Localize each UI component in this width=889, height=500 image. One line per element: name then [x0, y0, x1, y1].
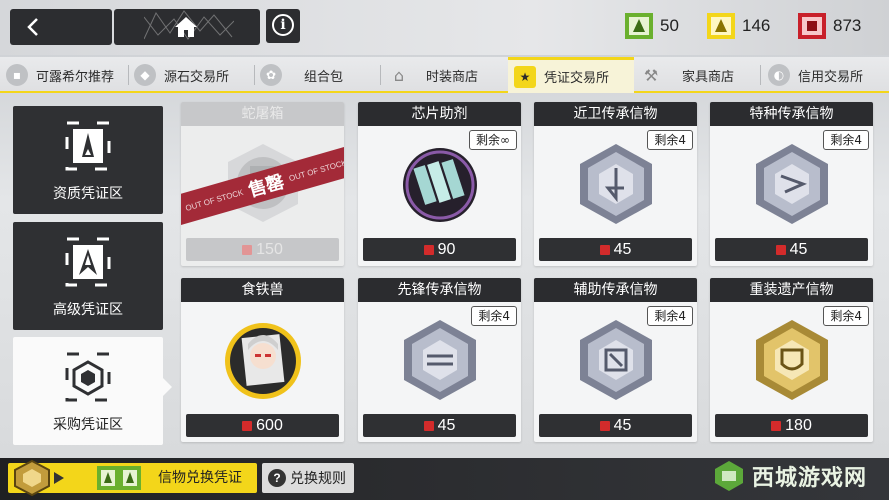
tab-recommend[interactable]: ▪ 可露希尔推荐 [6, 57, 124, 93]
tab-label: 家具商店 [682, 69, 735, 85]
currency-green: 50 [624, 12, 679, 40]
card-title: 蛇屠箱 [181, 102, 344, 126]
side-item-advanced[interactable]: 高级凭证区 [13, 222, 163, 330]
qualification-voucher-icon [65, 121, 111, 171]
red-voucher-icon [775, 245, 786, 255]
side-item-label: 资质凭证区 [53, 186, 123, 202]
tab-label: 可露希尔推荐 [36, 69, 115, 85]
card-title: 近卫传承信物 [534, 102, 697, 126]
procurement-voucher-icon [65, 352, 111, 402]
specialist-token-icon [756, 144, 828, 224]
card-title: 特种传承信物 [710, 102, 873, 126]
card-title: 辅助传承信物 [534, 278, 697, 302]
card-title: 食铁兽 [181, 278, 344, 302]
tab-label: 凭证交易所 [544, 71, 610, 86]
card-title: 芯片助剂 [358, 102, 521, 126]
red-voucher-icon [242, 421, 253, 431]
side-item-label: 采购凭证区 [53, 417, 123, 433]
price-tag: 180 [715, 414, 868, 437]
tab-credit[interactable]: ◐ 信用交易所 [768, 57, 886, 93]
info-button[interactable]: i [266, 9, 300, 43]
rules-label: 兑换规则 [290, 471, 346, 487]
vanguard-token-icon [404, 320, 476, 400]
home-button[interactable] [114, 9, 260, 45]
red-voucher-icon [599, 245, 610, 255]
green-voucher-icon [97, 466, 141, 490]
tab-label: 源石交易所 [164, 69, 230, 85]
red-voucher-icon [242, 245, 253, 255]
credit-icon: ◐ [768, 64, 790, 86]
red-voucher-icon [423, 421, 434, 431]
price-tag: 45 [715, 238, 868, 261]
tab-fashion[interactable]: ⌂ 时装商店 [388, 57, 504, 93]
red-voucher-count: 873 [833, 16, 862, 35]
tab-label: 时装商店 [426, 69, 479, 85]
guard-token-icon [580, 144, 652, 224]
yellow-voucher-icon [707, 13, 735, 39]
bundle-icon: ✿ [260, 64, 282, 86]
arrow-right-icon [54, 472, 64, 484]
back-button[interactable] [10, 9, 112, 45]
shop-card-panda[interactable]: 食铁兽 600 [181, 278, 344, 442]
watermark-text: 西城游戏网 [752, 466, 868, 491]
price-tag: 45 [539, 414, 692, 437]
currency-red: 873 [797, 12, 861, 40]
card-title: 先锋传承信物 [358, 278, 521, 302]
side-item-qualification[interactable]: 资质凭证区 [13, 106, 163, 214]
defender-legacy-icon [756, 320, 828, 400]
help-icon: ? [268, 469, 286, 487]
side-item-label: 高级凭证区 [53, 302, 123, 318]
chip-catalyst-icon [403, 148, 477, 222]
red-voucher-icon [599, 421, 610, 431]
top-bar: i 50 146 873 [0, 0, 889, 55]
tab-voucher[interactable]: ★ 凭证交易所 [508, 57, 634, 93]
price-tag: 45 [363, 414, 516, 437]
shop-card-vanguard-token[interactable]: 先锋传承信物 剩余4 45 [358, 278, 521, 442]
green-voucher-icon [625, 13, 653, 39]
shop-card-supporter-token[interactable]: 辅助传承信物 剩余4 45 [534, 278, 697, 442]
token-exchange-label: 信物兑换凭证 [158, 470, 242, 486]
price-tag: 150 [186, 238, 339, 261]
exchange-rules-button[interactable]: ? 兑换规则 [262, 463, 354, 493]
tab-bundle[interactable]: ✿ 组合包 [260, 57, 378, 93]
hanger-icon: ⌂ [393, 65, 405, 85]
shop-card-guard-token[interactable]: 近卫传承信物 剩余4 45 [534, 102, 697, 266]
price-tag: 600 [186, 414, 339, 437]
operator-portrait-icon [225, 323, 301, 399]
shop-card-specialist-token[interactable]: 特种传承信物 剩余4 45 [710, 102, 873, 266]
green-voucher-count: 50 [660, 16, 679, 35]
price-tag: 45 [539, 238, 692, 261]
originite-icon: ◆ [134, 64, 156, 86]
back-arrow-icon [27, 18, 38, 36]
price-tag: 90 [363, 238, 516, 261]
bag-icon: ▪ [6, 64, 28, 86]
tab-originite[interactable]: ◆ 源石交易所 [134, 57, 254, 93]
advanced-voucher-icon [65, 237, 111, 287]
red-voucher-icon [798, 13, 826, 39]
info-icon: i [272, 14, 294, 36]
watermark: 西城游戏网 [712, 456, 867, 496]
home-icon [175, 17, 197, 37]
voucher-icon: ★ [514, 65, 536, 88]
shop-card-beehunter[interactable]: 蛇屠箱 OUT OF STOCK 售罄 OUT OF STOCK 150 [181, 102, 344, 266]
red-voucher-icon [423, 245, 434, 255]
supporter-token-icon [580, 320, 652, 400]
red-voucher-icon [771, 421, 782, 431]
tab-furniture[interactable]: ⚒ 家具商店 [640, 57, 756, 93]
token-exchange-button[interactable]: 信物兑换凭证 [8, 459, 257, 497]
tab-label: 组合包 [304, 69, 344, 85]
shop-card-chip-catalyst[interactable]: 芯片助剂 剩余∞ 90 [358, 102, 521, 266]
shop-tabs: ▪ 可露希尔推荐 ◆ 源石交易所 ✿ 组合包 ⌂ 时装商店 ★ 凭证交易所 ⚒ … [0, 57, 889, 93]
watermark-logo-icon [715, 461, 743, 491]
tab-label: 信用交易所 [798, 69, 864, 85]
side-item-procurement[interactable]: 采购凭证区 [13, 337, 163, 445]
yellow-voucher-count: 146 [742, 16, 771, 35]
hammer-icon: ⚒ [643, 65, 659, 85]
shop-card-defender-legacy[interactable]: 重装遗产信物 剩余4 180 [710, 278, 873, 442]
side-selection-pointer [163, 378, 172, 396]
currency-yellow: 146 [706, 12, 770, 40]
card-title: 重装遗产信物 [710, 278, 873, 302]
token-icon [14, 459, 50, 497]
